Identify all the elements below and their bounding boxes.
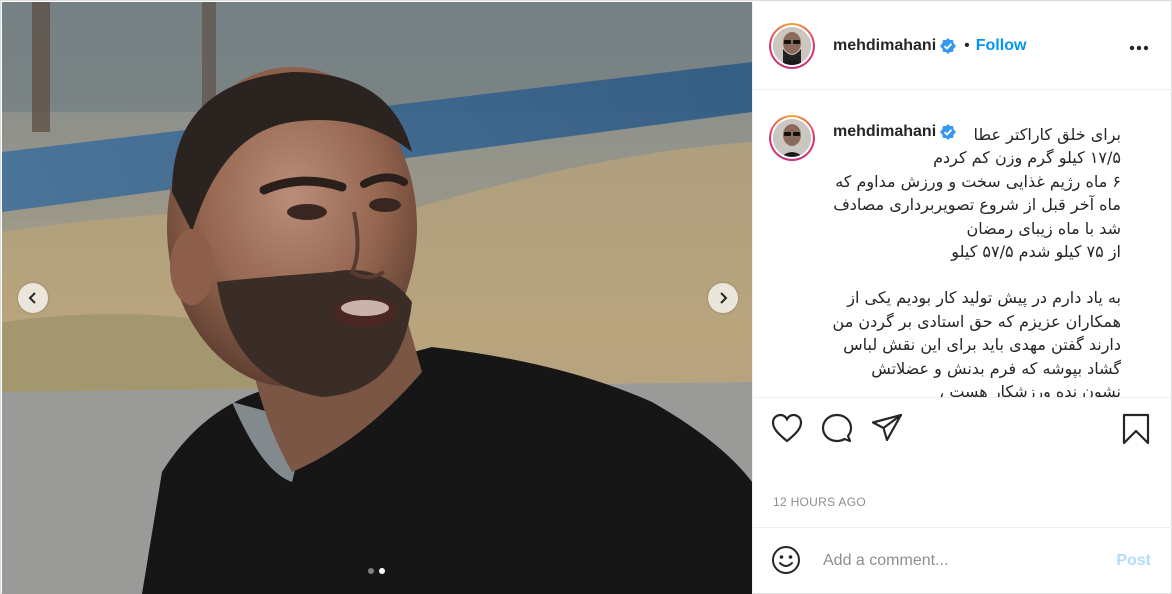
like-button[interactable] <box>771 413 803 448</box>
chevron-left-icon <box>28 292 36 304</box>
caption-line: از ۷۵ کیلو شدم ۵۷/۵ کیلو <box>951 242 1121 262</box>
share-button[interactable] <box>871 413 903 448</box>
avatar-image <box>773 27 811 65</box>
caption-line: ماه آخر قبل از شروع تصویربرداری مصادف <box>833 195 1121 215</box>
action-bar <box>753 397 1172 455</box>
portrait-image <box>2 2 752 594</box>
carousel-next-button[interactable] <box>708 283 738 313</box>
ellipsis-icon <box>1129 45 1149 51</box>
caption-line: ۱۷/۵ کیلو گرم وزن کم کردم <box>933 148 1121 168</box>
caption-line: دارند گفتن مهدی باید برای این نقش لباس <box>843 335 1121 355</box>
caption-line: گشاد بپوشه که فرم بدنش و عضلاتش <box>871 358 1121 378</box>
header-separator: • <box>964 37 970 54</box>
caption-line: برای خلق کاراکتر عطا <box>973 125 1121 144</box>
post-photo[interactable] <box>2 2 752 594</box>
caption-line: شد با ماه زیبای رمضان <box>966 218 1121 238</box>
caption-line: به یاد دارم در پیش تولید کار بودیم یکی ا… <box>847 288 1121 308</box>
comment-input[interactable] <box>823 550 1103 572</box>
caption-line: نشون نده ورزشکار هست ، <box>939 382 1121 397</box>
paper-plane-icon <box>871 413 903 442</box>
smiley-icon <box>772 546 800 574</box>
post-frame: mehdimahani • Follow mehdimahani برای خل… <box>0 0 1172 594</box>
author-username[interactable]: mehdimahani <box>833 37 936 55</box>
bookmark-icon <box>1122 413 1150 445</box>
caption-avatar[interactable] <box>769 115 815 161</box>
verified-badge-icon <box>940 38 957 54</box>
caption-area: mehdimahani برای خلق کاراکتر عطا ۱۷/۵ کی… <box>753 91 1172 397</box>
avatar-image <box>773 119 811 157</box>
caption-line: همکاران عزیزم که حق استادی بر گردن من <box>832 311 1121 331</box>
post-comment-button[interactable]: Post <box>1116 552 1151 570</box>
post-details-panel: mehdimahani • Follow mehdimahani برای خل… <box>752 2 1172 594</box>
comment-button[interactable] <box>821 413 853 448</box>
follow-button[interactable]: Follow <box>976 37 1027 55</box>
caption-line: ۶ ماه رژیم غذایی سخت و ورزش مداوم که <box>835 171 1121 191</box>
chevron-right-icon <box>720 292 728 304</box>
post-timestamp[interactable]: 12 HOURS AGO <box>773 495 866 509</box>
carousel-dot-active <box>379 568 385 574</box>
carousel-prev-button[interactable] <box>18 283 48 313</box>
caption-text: برای خلق کاراکتر عطا ۱۷/۵ کیلو گرم وزن ک… <box>811 123 1121 397</box>
more-options-button[interactable] <box>1129 38 1149 56</box>
comment-bubble-icon <box>821 413 853 443</box>
save-button[interactable] <box>1121 413 1151 450</box>
comment-bar: Post <box>753 527 1172 594</box>
carousel-indicator <box>368 568 385 574</box>
author-avatar[interactable] <box>769 23 815 69</box>
heart-icon <box>771 413 803 443</box>
post-header: mehdimahani • Follow <box>753 2 1172 90</box>
carousel-dot <box>368 568 374 574</box>
emoji-button[interactable] <box>771 545 801 580</box>
